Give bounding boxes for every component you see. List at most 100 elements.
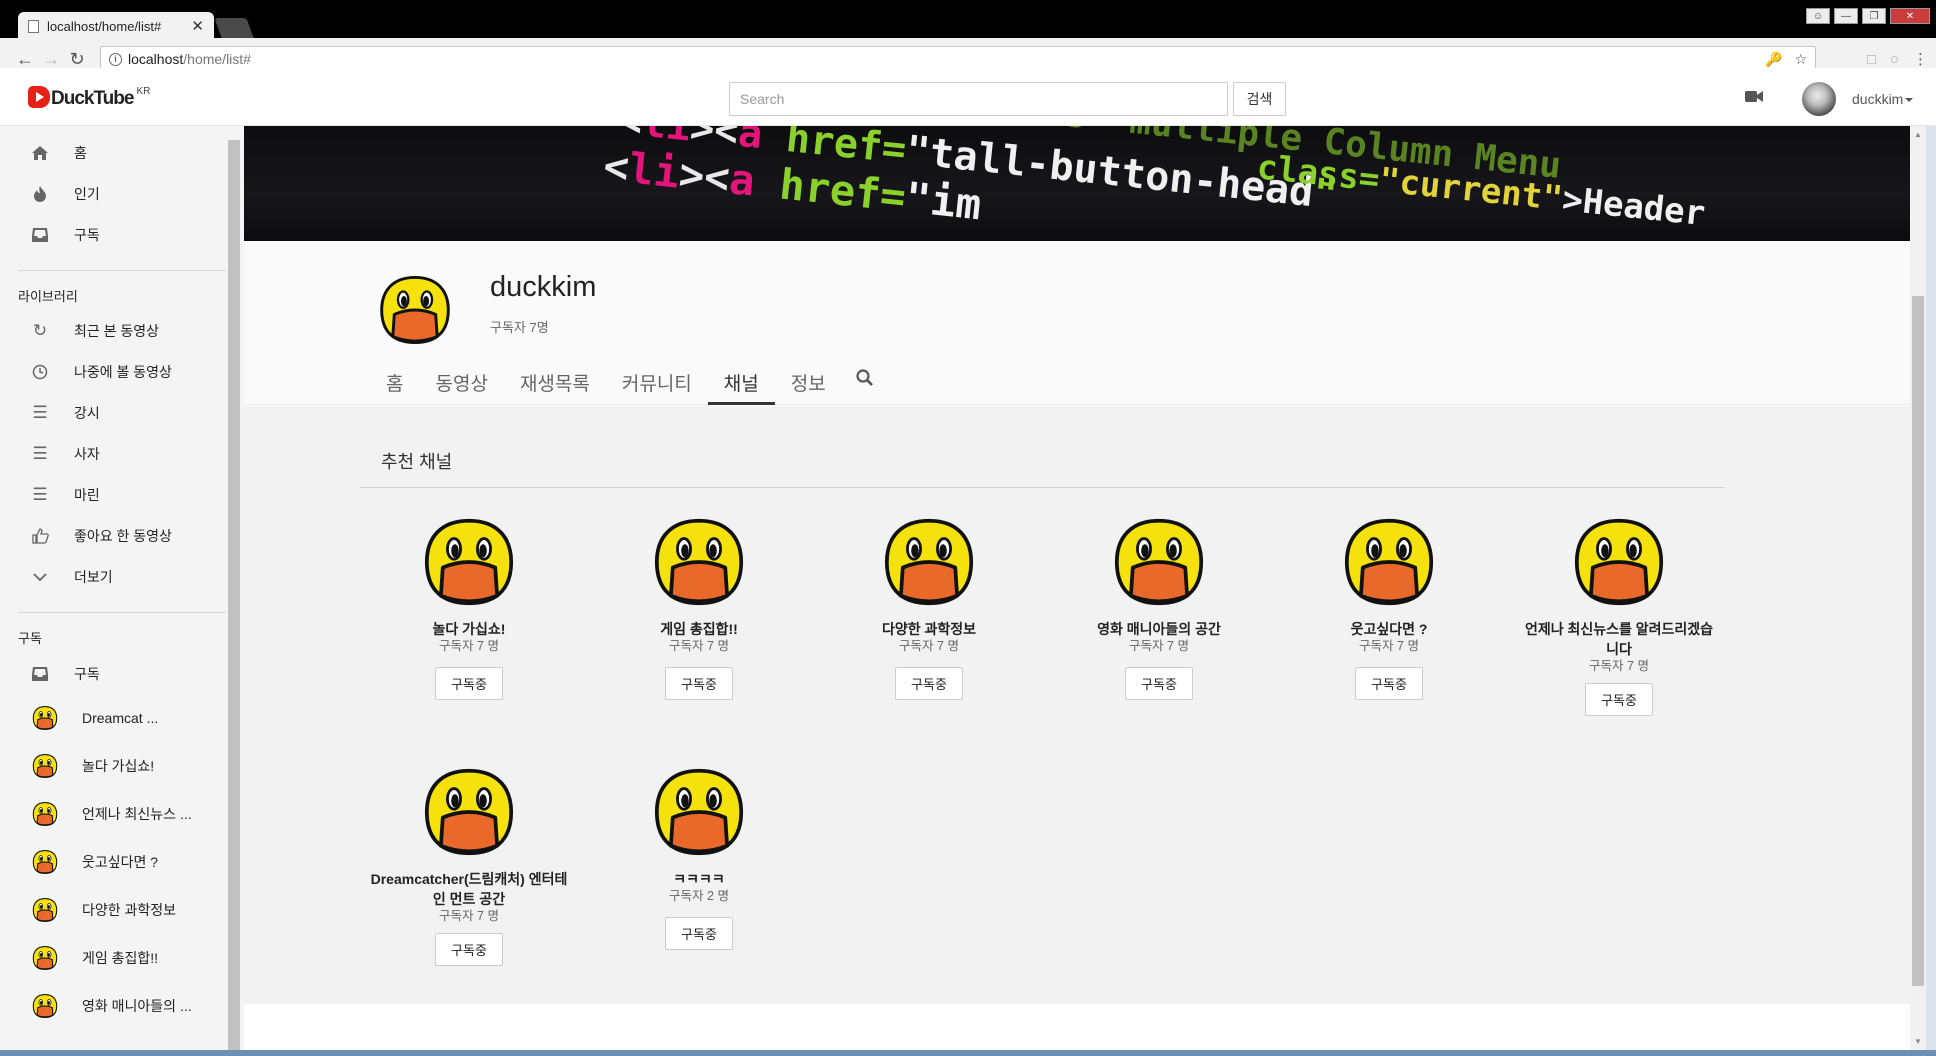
subscription-label: 놀다 가십쇼! — [82, 758, 155, 774]
ducktube-logo[interactable]: DuckTube KR — [28, 86, 150, 110]
channel-card-avatar[interactable] — [652, 767, 746, 857]
sidebar-item-subscriptions-all[interactable]: 구독 — [30, 659, 226, 689]
subscribed-button[interactable]: 구독중 — [665, 917, 733, 950]
subscribed-button[interactable]: 구독중 — [895, 667, 963, 700]
browser-tabstrip: localhost/home/list# ✕ ☺ — ❐ ✕ — [0, 8, 1936, 40]
channel-card-avatar[interactable] — [422, 517, 516, 607]
clock-icon — [30, 363, 50, 381]
sidebar-item-playlist-2[interactable]: ☰ 사자 — [30, 439, 226, 469]
tab-playlists[interactable]: 재생목록 — [504, 357, 606, 405]
section-divider — [360, 487, 1725, 488]
sidebar-item-subscriptions[interactable]: 구독 — [30, 220, 226, 250]
inbox-icon — [30, 665, 50, 683]
key-icon[interactable]: 🔑 — [1765, 51, 1782, 68]
sidebar-scrollbar[interactable] — [228, 140, 240, 1050]
channel-card-name[interactable]: 웃고싶다면 ? — [1289, 619, 1489, 639]
search-input[interactable] — [729, 82, 1228, 116]
library-heading: 라이브러리 — [18, 289, 78, 304]
sidebar-divider — [18, 612, 226, 613]
channel-card-name[interactable]: ㅋㅋㅋㅋ — [599, 869, 799, 889]
channel-avatar — [378, 273, 452, 347]
home-icon — [30, 144, 50, 162]
subscribed-button[interactable]: 구독중 — [665, 667, 733, 700]
tab-close-icon[interactable]: ✕ — [191, 17, 204, 35]
maximize-button[interactable]: ❐ — [1862, 8, 1886, 24]
page-scrollbar-thumb[interactable] — [1912, 296, 1924, 986]
channel-card-name[interactable]: 다양한 과학정보 — [829, 619, 1029, 639]
video-camera-icon[interactable] — [1745, 90, 1763, 103]
sidebar-item-more[interactable]: 더보기 — [30, 562, 226, 592]
bookmark-star-icon[interactable]: ☆ — [1794, 51, 1807, 68]
sidebar-item-popular[interactable]: 인기 — [30, 179, 226, 209]
sidebar-item-playlist-1[interactable]: ☰ 강시 — [30, 398, 226, 428]
channel-card-avatar[interactable] — [1342, 517, 1436, 607]
subscription-item[interactable]: 웃고싶다면 ? — [32, 847, 228, 877]
tab-community[interactable]: 커뮤니티 — [606, 357, 708, 405]
channel-card-name[interactable]: Dreamcatcher(드림캐처) 엔터테인 먼트 공간 — [369, 869, 569, 909]
code-banner-image: <li><a href="#" class="multiple Column M… — [601, 126, 1707, 234]
sidebar-item-playlist-3[interactable]: ☰ 마린 — [30, 480, 226, 510]
tab-channels[interactable]: 채널 — [707, 357, 775, 405]
sidebar-item-watch-later[interactable]: 나중에 볼 동영상 — [30, 357, 226, 387]
sidebar-item-label: 사자 — [74, 446, 100, 462]
section-title: 추천 채널 — [381, 452, 453, 472]
channel-search-icon[interactable] — [842, 357, 888, 405]
channel-card-avatar[interactable] — [652, 517, 746, 607]
scroll-down-arrow-icon[interactable]: ▼ — [1914, 1037, 1922, 1046]
channel-card-avatar[interactable] — [882, 517, 976, 607]
subscribed-button[interactable]: 구독중 — [1585, 683, 1653, 716]
minimize-button[interactable]: — — [1834, 8, 1858, 24]
duck-avatar-icon — [32, 753, 58, 779]
user-menu[interactable]: duckkim — [1852, 91, 1914, 107]
tab-about[interactable]: 정보 — [775, 357, 842, 405]
sidebar-item-history[interactable]: ↻ 최근 본 동영상 — [30, 316, 226, 346]
new-tab-button[interactable] — [214, 18, 254, 38]
subscribed-button[interactable]: 구독중 — [435, 667, 503, 700]
subscription-item[interactable]: 언제나 최신뉴스 ... — [32, 799, 228, 829]
sidebar-item-home[interactable]: 홈 — [30, 138, 226, 168]
fire-icon — [30, 185, 50, 203]
scroll-up-arrow-icon[interactable]: ▲ — [1914, 130, 1922, 139]
channel-card-avatar[interactable] — [1112, 517, 1206, 607]
sidebar-item-liked-videos[interactable]: 좋아요 한 동영상 — [30, 521, 226, 551]
menu-dots-icon[interactable]: ⋮ — [1913, 50, 1928, 68]
browser-chrome: localhost/home/list# ✕ ☺ — ❐ ✕ ← → ↻ i l… — [0, 0, 1936, 72]
subscribed-button[interactable]: 구독중 — [1125, 667, 1193, 700]
duck-avatar-icon — [32, 897, 58, 923]
browser-tab[interactable]: localhost/home/list# ✕ — [18, 12, 214, 40]
channel-card: 언제나 최신뉴스를 알려드리겠습니다 구독자 7 명 구독중 — [1519, 517, 1719, 716]
channel-card-name[interactable]: 게임 총집합!! — [599, 619, 799, 639]
page-scrollbar[interactable]: ▲ ▼ — [1910, 126, 1926, 1050]
profile-icon[interactable]: ☺ — [1806, 8, 1830, 24]
url-path: /home/list# — [183, 51, 251, 67]
duck-avatar-icon — [32, 849, 58, 875]
user-avatar[interactable] — [1802, 82, 1836, 116]
subscription-label: 웃고싶다면 ? — [82, 854, 159, 870]
duck-avatar-icon — [32, 705, 58, 731]
channel-card-name[interactable]: 언제나 최신뉴스를 알려드리겠습니다 — [1519, 619, 1719, 659]
channel-card-avatar[interactable] — [422, 767, 516, 857]
channel-card-avatar[interactable] — [1572, 517, 1666, 607]
subscription-item[interactable]: 영화 매니아들의 ... — [32, 991, 228, 1021]
tab-videos[interactable]: 동영상 — [419, 357, 503, 405]
inbox-icon — [30, 226, 50, 244]
tab-home[interactable]: 홈 — [370, 357, 419, 405]
channel-banner: <li><a href="#" class="multiple Column M… — [244, 126, 1910, 241]
close-window-button[interactable]: ✕ — [1890, 8, 1930, 24]
subscribed-button[interactable]: 구독중 — [435, 933, 503, 966]
channel-card-name[interactable]: 놀다 가십쇼! — [369, 619, 569, 639]
info-icon[interactable]: i — [109, 52, 122, 66]
channel-card-subscribers: 구독자 7 명 — [439, 909, 499, 923]
subscription-item[interactable]: 놀다 가십쇼! — [32, 751, 228, 781]
extension-icon[interactable]: ○ — [1890, 51, 1899, 68]
logo-play-icon — [28, 86, 50, 108]
subscribed-button[interactable]: 구독중 — [1355, 667, 1423, 700]
subscription-item[interactable]: 게임 총집합!! — [32, 943, 228, 973]
channel-card-name[interactable]: 영화 매니아들의 공간 — [1059, 619, 1259, 639]
search-button[interactable]: 검색 — [1233, 82, 1286, 116]
pdf-extension-icon[interactable]: □ — [1867, 51, 1876, 68]
caret-down-icon — [1905, 98, 1914, 103]
subscription-item[interactable]: Dreamcat ... — [32, 703, 228, 733]
channel-card-subscribers: 구독자 7 명 — [439, 639, 499, 653]
subscription-item[interactable]: 다양한 과학정보 — [32, 895, 228, 925]
